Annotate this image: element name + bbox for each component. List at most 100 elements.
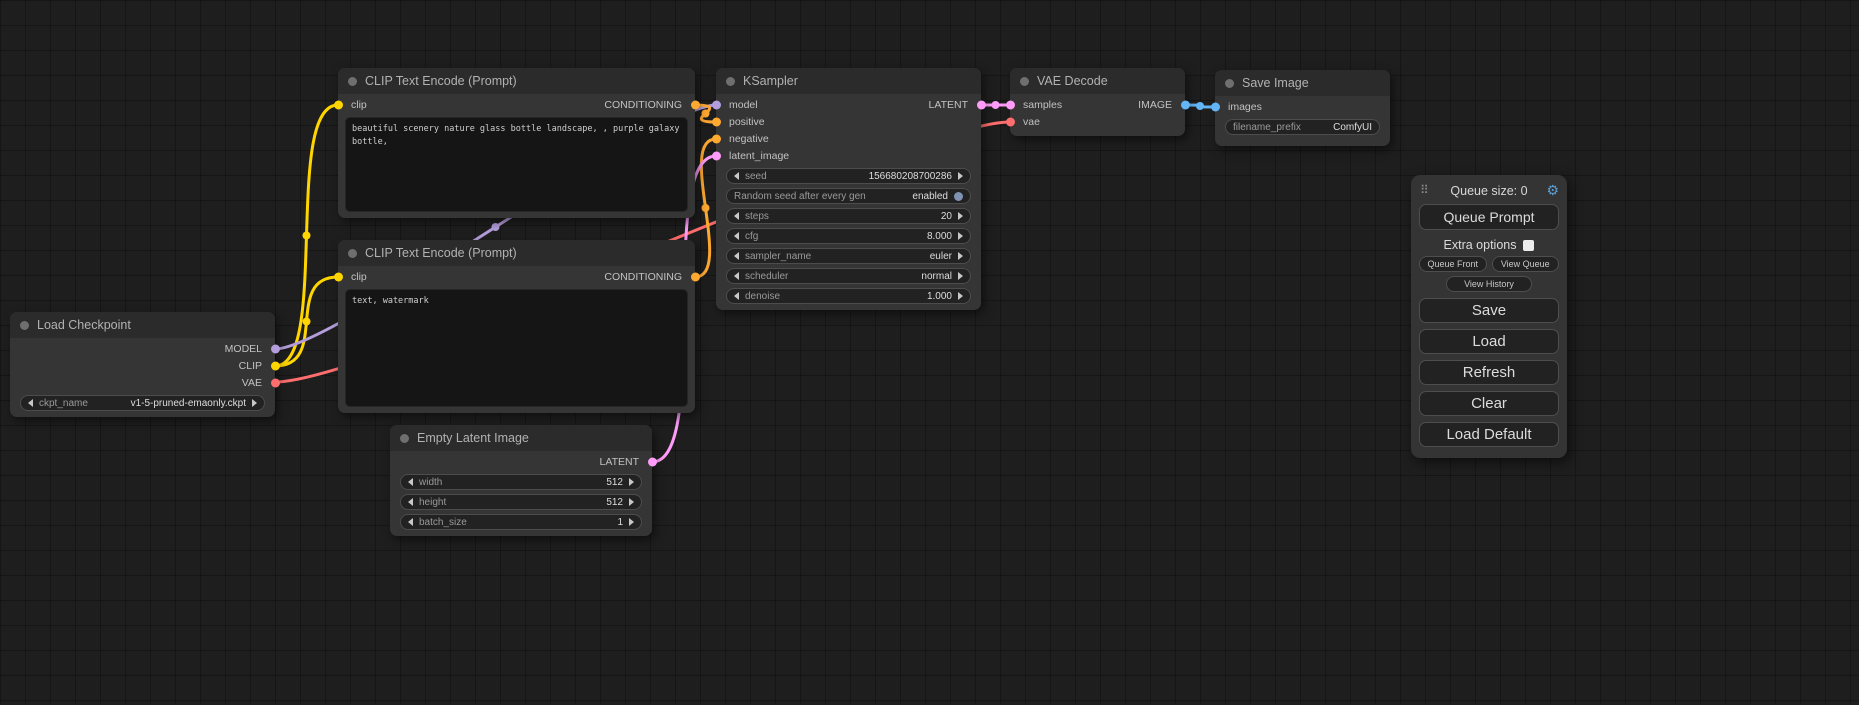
clear-button[interactable]: Clear	[1419, 391, 1559, 416]
extra-options-checkbox[interactable]	[1523, 240, 1534, 251]
output-port-latent[interactable]	[977, 100, 986, 109]
wire-negative-conditioning	[695, 139, 716, 277]
decrement-arrow-icon[interactable]	[408, 498, 413, 506]
decrement-arrow-icon[interactable]	[734, 212, 739, 220]
input-port-samples[interactable]	[1006, 100, 1015, 109]
collapse-dot[interactable]	[348, 77, 357, 86]
increment-arrow-icon[interactable]	[958, 232, 963, 240]
widget-height[interactable]: height 512	[400, 494, 642, 510]
input-port-negative[interactable]	[712, 134, 721, 143]
input-port-vae[interactable]	[1006, 117, 1015, 126]
port-row: negative	[716, 130, 981, 147]
graph-canvas[interactable]: Load Checkpoint MODEL CLIP VAE ckpt_name…	[0, 0, 1859, 705]
node-title-bar[interactable]: VAE Decode	[1010, 68, 1185, 94]
settings-gear-icon[interactable]: ⚙	[1546, 182, 1559, 199]
collapse-dot[interactable]	[400, 434, 409, 443]
collapse-dot[interactable]	[726, 77, 735, 86]
widget-value: enabled	[912, 191, 948, 202]
widget-denoise[interactable]: denoise 1.000	[726, 288, 971, 304]
next-arrow-icon[interactable]	[958, 252, 963, 260]
widget-steps[interactable]: steps 20	[726, 208, 971, 224]
widget-seed[interactable]: seed 156680208700286	[726, 168, 971, 184]
node-clip-text-encode-positive[interactable]: CLIP Text Encode (Prompt) clip CONDITION…	[338, 68, 695, 218]
input-port-clip[interactable]	[334, 100, 343, 109]
node-load-checkpoint[interactable]: Load Checkpoint MODEL CLIP VAE ckpt_name…	[10, 312, 275, 417]
node-title-bar[interactable]: Load Checkpoint	[10, 312, 275, 338]
view-queue-button[interactable]: View Queue	[1492, 256, 1560, 272]
queue-front-button[interactable]: Queue Front	[1419, 256, 1487, 272]
decrement-arrow-icon[interactable]	[734, 232, 739, 240]
increment-arrow-icon[interactable]	[958, 212, 963, 220]
widget-value: 1.000	[927, 291, 952, 302]
load-button[interactable]: Load	[1419, 329, 1559, 354]
output-port-image[interactable]	[1181, 100, 1190, 109]
negative-prompt-textarea[interactable]: text, watermark	[345, 289, 688, 407]
node-empty-latent-image[interactable]: Empty Latent Image LATENT width 512 heig…	[390, 425, 652, 536]
widget-filename-prefix[interactable]: filename_prefix ComfyUI	[1225, 119, 1380, 135]
widget-value: 156680208700286	[869, 171, 952, 182]
refresh-button[interactable]: Refresh	[1419, 360, 1559, 385]
node-title-bar[interactable]: CLIP Text Encode (Prompt)	[338, 68, 695, 94]
widget-label: filename_prefix	[1233, 122, 1301, 133]
collapse-dot[interactable]	[1225, 79, 1234, 88]
input-port-model[interactable]	[712, 100, 721, 109]
link-midpoint-dot	[1196, 102, 1204, 110]
widget-batch-size[interactable]: batch_size 1	[400, 514, 642, 530]
node-clip-text-encode-negative[interactable]: CLIP Text Encode (Prompt) clip CONDITION…	[338, 240, 695, 413]
node-vae-decode[interactable]: VAE Decode samples IMAGE vae	[1010, 68, 1185, 136]
widget-random-seed-toggle[interactable]: Random seed after every gen enabled	[726, 188, 971, 204]
widget-scheduler[interactable]: scheduler normal	[726, 268, 971, 284]
decrement-arrow-icon[interactable]	[734, 292, 739, 300]
drag-handle-icon[interactable]: ⠿	[1420, 183, 1429, 197]
input-port-positive[interactable]	[712, 117, 721, 126]
port-row: samples IMAGE	[1010, 96, 1185, 113]
widget-value: 8.000	[927, 231, 952, 242]
collapse-dot[interactable]	[348, 249, 357, 258]
queue-prompt-button[interactable]: Queue Prompt	[1419, 204, 1559, 230]
next-arrow-icon[interactable]	[252, 399, 257, 407]
toggle-knob[interactable]	[954, 192, 963, 201]
output-port-vae[interactable]	[271, 378, 280, 387]
next-arrow-icon[interactable]	[958, 272, 963, 280]
positive-prompt-textarea[interactable]: beautiful scenery nature glass bottle la…	[345, 117, 688, 212]
decrement-arrow-icon[interactable]	[734, 172, 739, 180]
prev-arrow-icon[interactable]	[28, 399, 33, 407]
input-port-images[interactable]	[1211, 102, 1220, 111]
node-title-bar[interactable]: Empty Latent Image	[390, 425, 652, 451]
increment-arrow-icon[interactable]	[629, 498, 634, 506]
output-port-conditioning[interactable]	[691, 272, 700, 281]
node-ksampler[interactable]: KSampler model LATENT positive negative …	[716, 68, 981, 310]
node-save-image[interactable]: Save Image images filename_prefix ComfyU…	[1215, 70, 1390, 146]
output-port-model[interactable]	[271, 344, 280, 353]
widget-label: cfg	[745, 231, 758, 242]
input-port-clip[interactable]	[334, 272, 343, 281]
input-port-latent-image[interactable]	[712, 151, 721, 160]
node-title: Load Checkpoint	[37, 318, 131, 332]
increment-arrow-icon[interactable]	[958, 172, 963, 180]
view-history-button[interactable]: View History	[1446, 276, 1532, 292]
widget-ckpt-name[interactable]: ckpt_name v1-5-pruned-emaonly.ckpt	[20, 395, 265, 411]
increment-arrow-icon[interactable]	[629, 478, 634, 486]
widget-width[interactable]: width 512	[400, 474, 642, 490]
node-title-bar[interactable]: KSampler	[716, 68, 981, 94]
widget-cfg[interactable]: cfg 8.000	[726, 228, 971, 244]
collapse-dot[interactable]	[20, 321, 29, 330]
prev-arrow-icon[interactable]	[734, 252, 739, 260]
widget-sampler-name[interactable]: sampler_name euler	[726, 248, 971, 264]
increment-arrow-icon[interactable]	[629, 518, 634, 526]
load-default-button[interactable]: Load Default	[1419, 422, 1559, 447]
collapse-dot[interactable]	[1020, 77, 1029, 86]
port-row: model LATENT	[716, 96, 981, 113]
output-port-clip[interactable]	[271, 361, 280, 370]
node-title-bar[interactable]: CLIP Text Encode (Prompt)	[338, 240, 695, 266]
increment-arrow-icon[interactable]	[958, 292, 963, 300]
node-title: CLIP Text Encode (Prompt)	[365, 246, 517, 260]
output-port-latent[interactable]	[648, 457, 657, 466]
decrement-arrow-icon[interactable]	[408, 478, 413, 486]
prev-arrow-icon[interactable]	[734, 272, 739, 280]
port-row: LATENT	[390, 453, 652, 470]
save-button[interactable]: Save	[1419, 298, 1559, 323]
node-title-bar[interactable]: Save Image	[1215, 70, 1390, 96]
decrement-arrow-icon[interactable]	[408, 518, 413, 526]
output-port-conditioning[interactable]	[691, 100, 700, 109]
